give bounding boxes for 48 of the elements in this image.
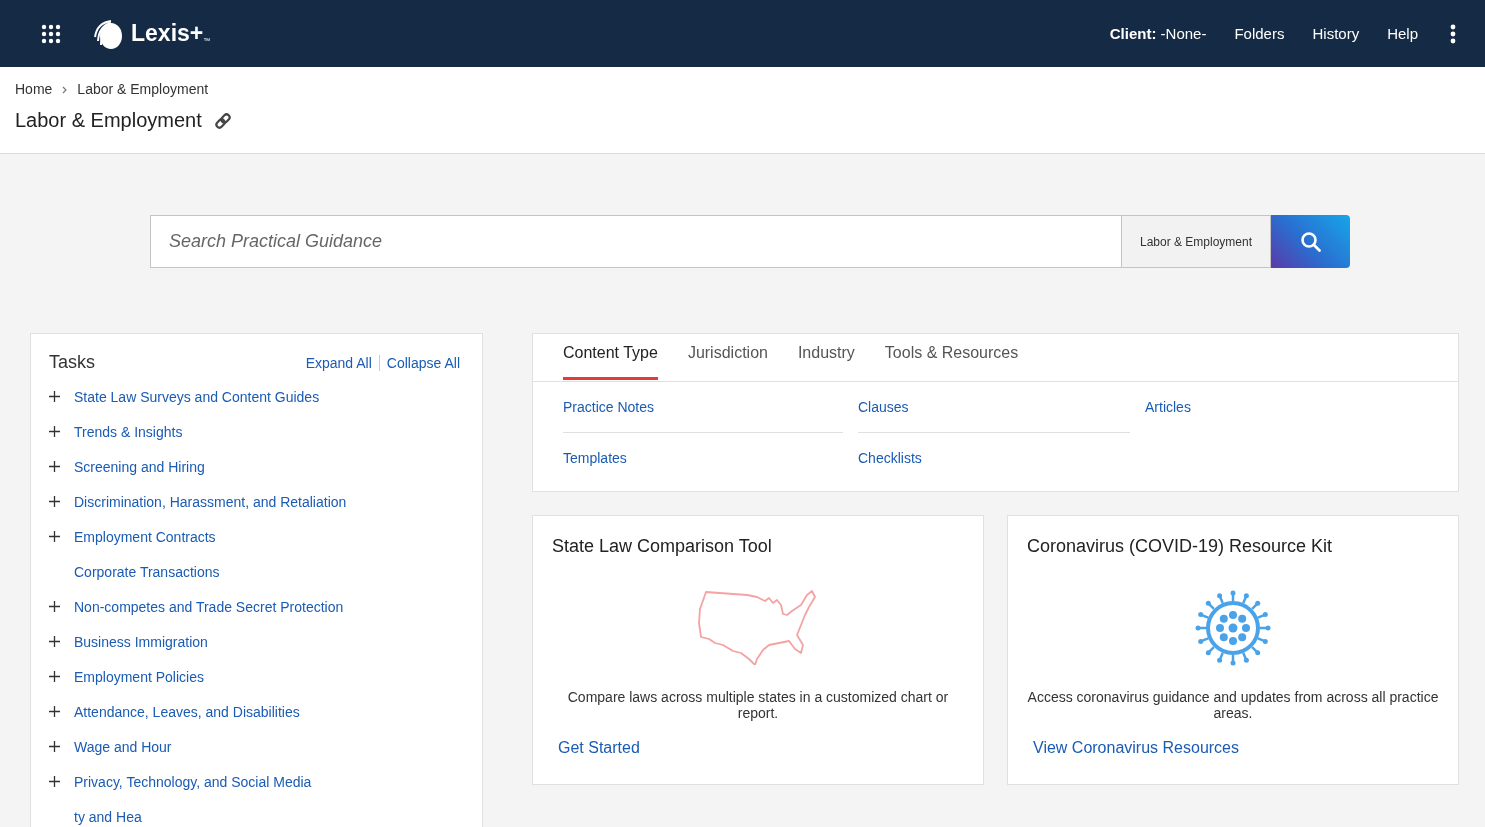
content-type-link[interactable]: Templates — [563, 450, 627, 466]
content-type-link[interactable]: Clauses — [858, 399, 909, 415]
task-link[interactable]: Screening and Hiring — [74, 458, 205, 475]
chevron-icon — [62, 86, 68, 94]
tab[interactable]: Industry — [797, 334, 855, 380]
search-scope-selector[interactable]: Labor & Employment — [1121, 215, 1271, 268]
search-field[interactable]: Search Practical Guidance — [150, 215, 1121, 268]
us-map-icon — [697, 589, 819, 665]
card-link[interactable]: Get Started — [558, 739, 964, 757]
task-link[interactable]: Employment Contracts — [74, 528, 216, 545]
task-link[interactable]: Attendance, Leaves, and Disabilities — [74, 703, 300, 720]
task-link[interactable]: Wage and Hour — [74, 738, 172, 755]
card-description: Compare laws across multiple states in a customized chart or report. — [566, 689, 950, 721]
task-link[interactable]: Discrimination, Harassment, and Retaliation — [74, 493, 347, 510]
task-link[interactable]: Business Immigration — [74, 633, 208, 650]
nav-link[interactable]: Folders — [1234, 25, 1285, 42]
page-title: Labor & Employment — [15, 109, 202, 132]
breadcrumb-link[interactable]: Home — [15, 81, 53, 97]
task-link[interactable]: Non-competes and Trade Secret Protection — [74, 598, 344, 615]
link-icon[interactable] — [213, 111, 232, 130]
nav-link[interactable]: Help — [1387, 25, 1418, 42]
nav-link[interactable]: History — [1312, 25, 1360, 42]
task-link[interactable]: ty and Hea — [74, 808, 142, 825]
card-link[interactable]: View Coronavirus Resources — [1033, 739, 1439, 757]
card-description: Access coronavirus guidance and updates from across all practice areas. — [1027, 689, 1439, 721]
search-button[interactable] — [1271, 215, 1350, 268]
apps-menu-icon[interactable] — [41, 23, 61, 44]
task-link[interactable]: Privacy, Technology, and Social Media — [74, 773, 312, 790]
virus-icon — [1194, 589, 1272, 667]
content-type-link[interactable]: Checklists — [858, 450, 922, 466]
client-selector[interactable]: Client: -None- — [1109, 25, 1207, 42]
more-options-icon[interactable] — [1450, 23, 1456, 44]
panel-heading: Tasks — [49, 352, 95, 373]
tab[interactable]: Tools & Resources — [884, 334, 1019, 380]
task-action-link[interactable]: Collapse All — [386, 354, 460, 371]
search-icon — [1299, 230, 1322, 253]
card-title: Coronavirus (COVID-19) Resource Kit — [1027, 536, 1334, 557]
task-link[interactable]: State Law Surveys and Content Guides — [74, 388, 320, 405]
task-action-link[interactable]: Expand All — [305, 354, 372, 371]
tab[interactable]: Jurisdiction — [687, 334, 768, 380]
content-type-link[interactable]: Practice Notes — [563, 399, 655, 415]
tab[interactable]: Content Type — [563, 334, 658, 380]
card-title: State Law Comparison Tool — [552, 536, 773, 557]
task-link[interactable]: Corporate Transactions — [74, 563, 220, 580]
task-link[interactable]: Employment Policies — [74, 668, 204, 685]
content-type-link[interactable]: Articles — [1145, 399, 1191, 415]
task-link[interactable]: Trends & Insights — [74, 423, 183, 440]
breadcrumb-current: Labor & Employment — [77, 81, 209, 97]
